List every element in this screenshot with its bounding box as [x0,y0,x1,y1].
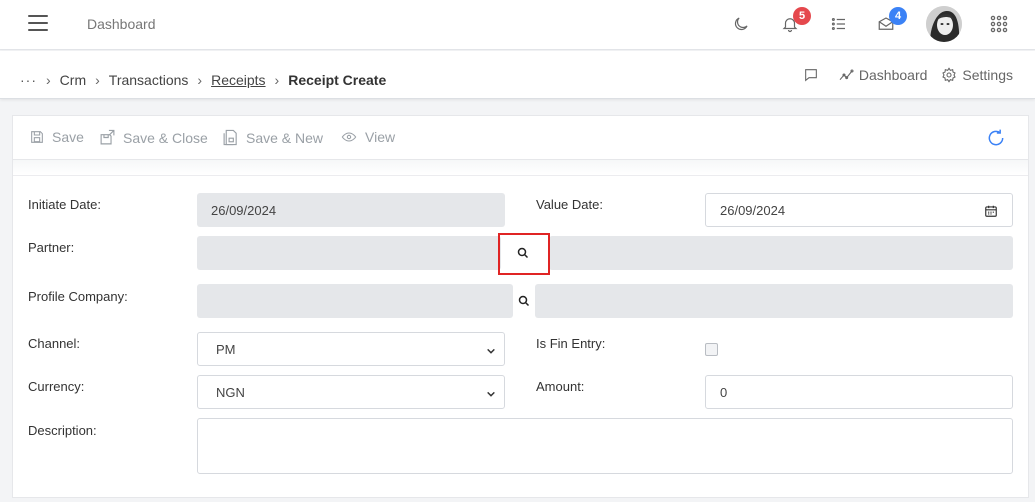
breadcrumb-item-transactions[interactable]: Transactions [109,72,189,88]
save-close-label: Save & Close [123,129,208,146]
view-label: View [365,129,396,145]
comment-icon [805,69,817,82]
value-date-value: 26/09/2024 [720,202,786,218]
chevron-right-icon: › [197,72,203,88]
profile-company-field[interactable] [197,284,513,318]
description-label: Description: [28,423,97,438]
chevron-right-icon: › [95,72,100,88]
breadcrumb-bar: ··· › Crm › Transactions › Receipts › Re… [0,51,1035,99]
highlight-box [498,233,550,275]
page-title: Dashboard [87,16,156,32]
search-icon [518,295,530,307]
is-fin-entry-label: Is Fin Entry: [536,336,606,351]
chevron-down-icon [486,344,496,359]
comment-button[interactable] [803,67,824,83]
messages-button[interactable]: 4 [875,7,907,35]
avatar[interactable] [926,6,962,42]
partner-field[interactable] [197,236,501,270]
breadcrumb-more[interactable]: ··· [20,72,37,88]
amount-label: Amount: [536,379,585,394]
dashboard-link[interactable]: Dashboard [838,67,928,83]
chevron-right-icon: › [274,72,280,88]
channel-value: PM [216,341,236,357]
refresh-icon[interactable] [986,128,1006,151]
menu-icon[interactable] [28,15,48,31]
initiate-date-value: 26/09/2024 [211,202,277,218]
channel-label: Channel: [28,336,81,351]
amount-value: 0 [720,384,728,400]
currency-value: NGN [216,384,245,400]
notifications-badge: 5 [793,7,811,25]
toolbar-divider [13,160,1028,176]
currency-select[interactable]: NGN [197,375,505,409]
breadcrumb-item-receipts[interactable]: Receipts [211,72,265,88]
save-new-button[interactable]: Save & New [222,129,323,146]
top-bar: Dashboard 5 4 [0,0,1035,50]
initiate-date-field: 26/09/2024 [197,193,505,227]
eye-icon [341,132,357,142]
save-close-button[interactable]: Save & Close [99,129,208,146]
channel-select[interactable]: PM [197,332,505,366]
dashboard-link-label: Dashboard [858,67,928,83]
amount-input[interactable]: 0 [705,375,1013,409]
chevron-right-icon: › [46,72,51,88]
view-button[interactable]: View [340,129,395,145]
currency-label: Currency: [28,379,85,394]
moon-icon[interactable] [730,13,752,35]
apps-icon[interactable] [988,13,1010,35]
save-close-icon [100,129,115,145]
save-new-icon [223,129,237,146]
breadcrumb-item-current: Receipt Create [288,72,387,88]
partner-label: Partner: [28,240,75,255]
value-date-label: Value Date: [536,197,603,212]
save-label: Save [52,129,84,145]
analytics-icon [839,69,854,81]
notifications-button[interactable]: 5 [779,7,811,35]
save-new-label: Save & New [246,129,324,146]
profile-company-label: Profile Company: [28,289,128,304]
messages-badge: 4 [889,7,907,25]
profile-company-search-button[interactable] [513,284,535,318]
toolbar: Save Save & Close Save & New View [13,116,1028,160]
calendar-icon[interactable] [984,204,998,221]
breadcrumb: ··· › Crm › Transactions › Receipts › Re… [20,72,386,88]
profile-company-name-field [535,284,1013,318]
is-fin-entry-checkbox[interactable] [705,343,718,356]
chevron-down-icon [486,387,496,402]
initiate-date-label: Initiate Date: [28,197,101,212]
partner-name-field [549,236,1013,270]
gear-icon [942,67,957,83]
settings-link-label: Settings [962,67,1013,83]
list-icon[interactable] [828,13,850,35]
save-icon [31,131,43,143]
description-textarea[interactable] [197,418,1013,474]
value-date-field[interactable]: 26/09/2024 [705,193,1013,227]
settings-link[interactable]: Settings [941,67,1013,83]
breadcrumb-item-crm[interactable]: Crm [60,72,86,88]
breadcrumb-actions: Dashboard Settings [789,67,1013,83]
save-button[interactable]: Save [29,129,84,145]
